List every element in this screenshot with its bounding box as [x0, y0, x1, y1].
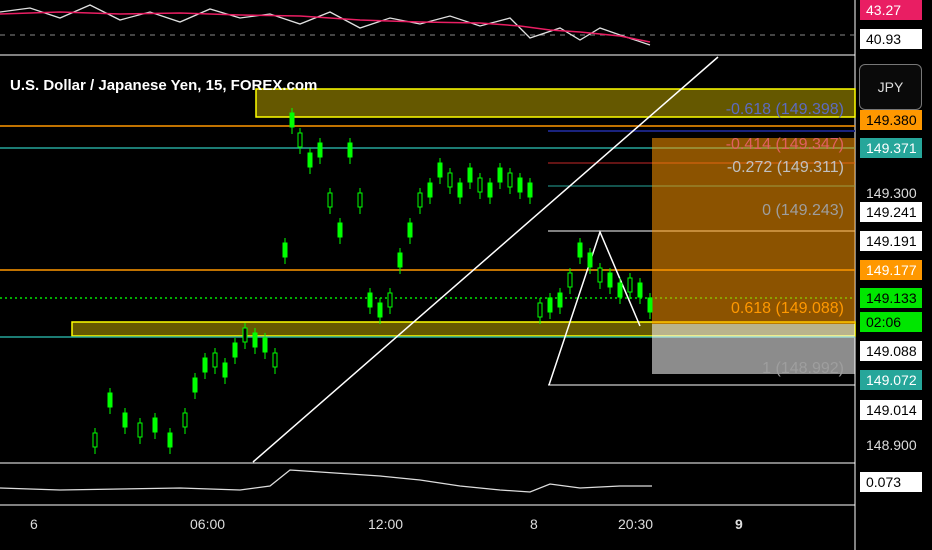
pattern-triangle — [548, 229, 641, 386]
candle-body — [289, 112, 295, 128]
price-label: 149.177 — [860, 260, 922, 280]
candle-body — [457, 182, 463, 198]
time-label: 8 — [530, 516, 538, 532]
time-label: 12:00 — [368, 516, 404, 532]
candle-body — [417, 192, 423, 208]
price-label: 149.380 — [860, 110, 922, 130]
candle-body — [347, 142, 353, 158]
candle-body — [252, 332, 258, 348]
candle-body — [627, 277, 633, 293]
candle-body — [407, 222, 413, 238]
price-label: 149.072 — [860, 370, 922, 390]
fib-label: 0 (149.243) — [762, 202, 844, 219]
candle-body — [557, 292, 563, 308]
candle-body — [192, 377, 198, 393]
candle-body — [387, 292, 393, 308]
price-label: 149.088 — [860, 341, 922, 361]
rsi-label: 40.93 — [860, 29, 922, 49]
candle-body — [577, 242, 583, 258]
candle-body — [377, 302, 383, 318]
rsi-label: 43.27 — [860, 0, 922, 20]
candle-body — [202, 357, 208, 373]
chart-title: U.S. Dollar / Japanese Yen, 15, FOREX.co… — [10, 77, 318, 94]
candle-body — [607, 272, 613, 288]
price-label: 148.900 — [866, 437, 917, 453]
rsi-line — [0, 4, 651, 46]
time-label: 20:30 — [618, 516, 654, 532]
price-label: 149.371 — [860, 138, 922, 158]
candle-body — [517, 177, 523, 193]
candle-body — [367, 292, 373, 308]
price-label: 149.300 — [866, 185, 917, 201]
oscillator-value: 0.073 — [860, 472, 922, 492]
candle-body — [357, 192, 363, 208]
candle-body — [327, 192, 333, 208]
candle-body — [152, 417, 158, 433]
price-label: 149.191 — [860, 231, 922, 251]
candle-body — [447, 172, 453, 188]
candle-body — [282, 242, 288, 258]
candle-body — [427, 182, 433, 198]
candle-body — [467, 167, 473, 183]
candle-body — [477, 177, 483, 193]
candle-body — [527, 182, 533, 198]
candle-body — [497, 167, 503, 183]
candle-body — [212, 352, 218, 368]
candle-body — [597, 267, 603, 283]
candle-body — [92, 432, 98, 448]
candle-body — [182, 412, 188, 428]
time-label: 06:00 — [190, 516, 226, 532]
price-label: 02:06 — [860, 312, 922, 332]
candle-body — [617, 282, 623, 298]
fib-label: -0.414 (149.347) — [725, 136, 844, 153]
candle-body — [317, 142, 323, 158]
currency-button[interactable]: JPY — [859, 64, 922, 110]
candle-body — [437, 162, 443, 178]
candle-body — [337, 222, 343, 238]
oscillator-line — [0, 469, 652, 493]
candle-body — [262, 337, 268, 353]
candle-body — [167, 432, 173, 448]
candle-body — [637, 282, 643, 298]
candle-body — [222, 362, 228, 378]
price-label: 149.014 — [860, 400, 922, 420]
fib-label: -0.618 (149.398) — [725, 101, 844, 118]
chart-stage[interactable]: U.S. Dollar / Japanese Yen, 15, FOREX.co… — [0, 0, 932, 550]
candle-body — [242, 327, 248, 343]
candle-body — [297, 132, 303, 148]
fib-label: 0.618 (149.088) — [731, 300, 844, 317]
fib-label: 1 (148.992) — [762, 360, 844, 377]
candle-body — [397, 252, 403, 268]
candle-body — [547, 297, 553, 313]
candle-body — [232, 342, 238, 358]
price-label: 149.133 — [860, 288, 922, 308]
time-label: 9 — [735, 516, 743, 532]
candle-body — [487, 182, 493, 198]
candle-body — [272, 352, 278, 368]
candle-body — [307, 152, 313, 168]
candle-body — [537, 302, 543, 318]
time-label: 6 — [30, 516, 38, 532]
candle-body — [507, 172, 513, 188]
candle-body — [587, 252, 593, 268]
candle-body — [647, 297, 653, 313]
price-label: 149.241 — [860, 202, 922, 222]
candle-body — [122, 412, 128, 428]
fib-label: -0.272 (149.311) — [726, 159, 844, 176]
candle-group — [92, 108, 653, 454]
candle-body — [567, 272, 573, 288]
candle-body — [137, 422, 143, 438]
candle-body — [107, 392, 113, 408]
rsi-ma-line — [0, 11, 651, 43]
